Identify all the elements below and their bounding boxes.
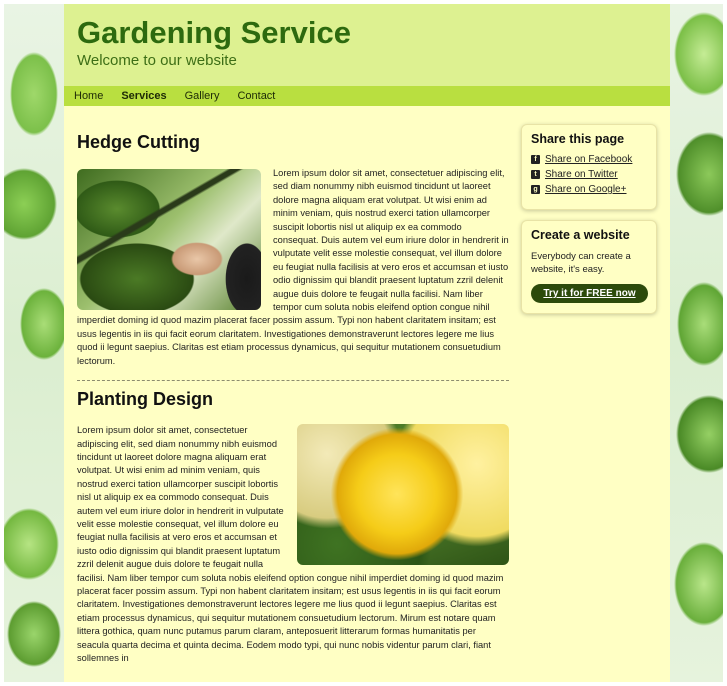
share-link-label: Share on Twitter xyxy=(545,169,618,180)
sidebar: Share this page f Share on Facebook t Sh… xyxy=(521,124,657,665)
share-twitter-link[interactable]: t Share on Twitter xyxy=(531,169,647,180)
main-nav: Home Services Gallery Contact xyxy=(64,86,670,106)
create-website-box: Create a website Everybody can create a … xyxy=(521,220,657,314)
site-tagline: Welcome to our website xyxy=(77,52,237,69)
page-container: Gardening Service Welcome to our website… xyxy=(64,4,670,686)
create-box-text: Everybody can create a website, it's eas… xyxy=(531,251,631,275)
hedge-trimming-photo xyxy=(77,169,261,310)
section-planting-design: Planting Design Lorem ipsum dolor sit am… xyxy=(77,389,509,665)
section-divider xyxy=(77,380,509,382)
create-box-title: Create a website xyxy=(531,228,630,242)
google-plus-icon: g xyxy=(531,185,540,194)
share-box-title: Share this page xyxy=(531,132,625,146)
site-title: Gardening Service xyxy=(77,15,351,50)
try-free-button[interactable]: Try it for FREE now xyxy=(531,284,648,303)
site-header: Gardening Service Welcome to our website xyxy=(64,4,670,86)
share-box: Share this page f Share on Facebook t Sh… xyxy=(521,124,657,210)
section-title: Planting Design xyxy=(77,389,214,410)
content-area: Hedge Cutting Lorem ipsum dolor sit amet… xyxy=(64,106,670,665)
twitter-icon: t xyxy=(531,170,540,179)
nav-home[interactable]: Home xyxy=(74,90,103,102)
yellow-rose-photo xyxy=(297,424,509,566)
main-column: Hedge Cutting Lorem ipsum dolor sit amet… xyxy=(77,124,509,665)
share-link-label: Share on Facebook xyxy=(545,154,633,165)
nav-contact[interactable]: Contact xyxy=(237,90,275,102)
nav-services[interactable]: Services xyxy=(121,90,166,102)
share-link-label: Share on Google+ xyxy=(545,184,627,195)
share-facebook-link[interactable]: f Share on Facebook xyxy=(531,154,647,165)
nav-gallery[interactable]: Gallery xyxy=(185,90,220,102)
section-title: Hedge Cutting xyxy=(77,132,200,152)
facebook-icon: f xyxy=(531,155,540,164)
share-google-plus-link[interactable]: g Share on Google+ xyxy=(531,184,647,195)
section-hedge-cutting: Hedge Cutting Lorem ipsum dolor sit amet… xyxy=(77,132,509,368)
